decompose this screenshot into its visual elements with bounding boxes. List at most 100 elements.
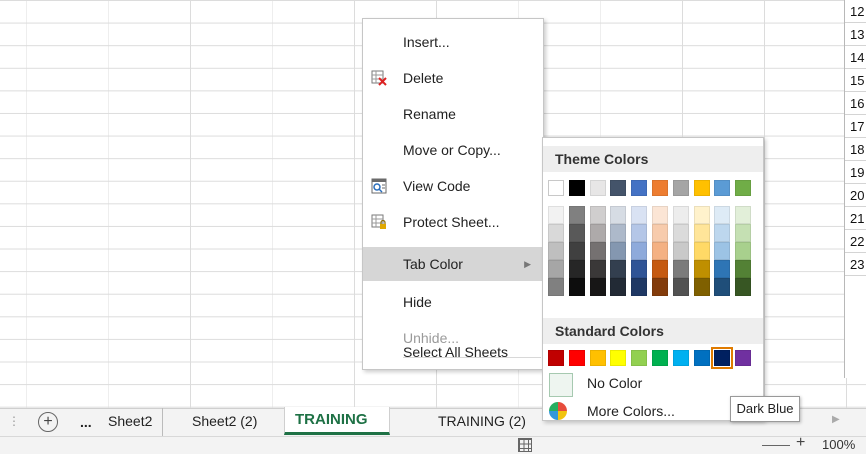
theme-shade-swatch[interactable] [714, 224, 731, 242]
menu-item-tab-color[interactable]: Tab Color ▶ [363, 247, 543, 281]
row-number[interactable]: 18 [845, 138, 866, 161]
theme-shade-swatch[interactable] [735, 224, 752, 242]
row-number[interactable]: 16 [845, 92, 866, 115]
theme-shade-swatch[interactable] [672, 242, 689, 260]
menu-item-view-code[interactable]: View Code [363, 169, 543, 203]
standard-color-swatch[interactable] [672, 350, 689, 366]
theme-shade-swatch[interactable] [693, 278, 710, 296]
row-number[interactable]: 23 [845, 253, 866, 276]
theme-shade-swatch[interactable] [631, 260, 648, 278]
theme-color-swatch[interactable] [589, 180, 606, 196]
theme-shade-swatch[interactable] [568, 278, 585, 296]
theme-shade-swatch[interactable] [548, 224, 564, 242]
menu-item-hide[interactable]: Hide [363, 285, 543, 319]
row-number[interactable]: 21 [845, 207, 866, 230]
theme-shade-swatch[interactable] [631, 206, 648, 224]
menu-item-protect-sheet[interactable]: Protect Sheet... [363, 205, 543, 239]
standard-color-swatch[interactable] [589, 350, 606, 366]
sheet-tab-training-2[interactable]: TRAINING (2) [428, 408, 536, 436]
theme-shade-swatch[interactable] [672, 260, 689, 278]
theme-shade-swatch[interactable] [652, 224, 668, 242]
theme-shade-swatch[interactable] [672, 278, 689, 296]
standard-color-swatch[interactable] [693, 350, 710, 366]
theme-shade-swatch[interactable] [589, 206, 606, 224]
theme-shade-swatch[interactable] [568, 260, 585, 278]
theme-shade-swatch[interactable] [714, 206, 731, 224]
theme-color-swatch[interactable] [652, 180, 668, 196]
theme-shade-swatch[interactable] [714, 242, 731, 260]
theme-shade-swatch[interactable] [631, 242, 648, 260]
sheet-tab-sheet2[interactable]: Sheet2 [98, 408, 164, 436]
zoom-level[interactable]: 100% [822, 437, 855, 452]
standard-color-swatch[interactable] [568, 350, 585, 366]
theme-shade-swatch[interactable] [589, 278, 606, 296]
row-number[interactable]: 15 [845, 69, 866, 92]
theme-shade-swatch[interactable] [548, 206, 564, 224]
theme-shade-swatch[interactable] [568, 224, 585, 242]
theme-shade-swatch[interactable] [589, 224, 606, 242]
menu-item-insert[interactable]: Insert... [363, 25, 543, 59]
zoom-slider[interactable] [762, 445, 790, 446]
standard-color-swatch[interactable] [652, 350, 668, 366]
theme-color-swatch[interactable] [714, 180, 731, 196]
row-number[interactable]: 20 [845, 184, 866, 207]
menu-item-select-all-sheets[interactable]: Select All Sheets [363, 335, 543, 369]
theme-shade-swatch[interactable] [631, 224, 648, 242]
row-number[interactable]: 12 [845, 0, 866, 23]
theme-shade-swatch[interactable] [693, 260, 710, 278]
theme-color-swatch[interactable] [693, 180, 710, 196]
standard-color-swatch[interactable] [711, 347, 734, 369]
row-number[interactable]: 17 [845, 115, 866, 138]
theme-shade-swatch[interactable] [568, 206, 585, 224]
row-number[interactable]: 13 [845, 23, 866, 46]
sheet-tab-sheet2-2[interactable]: Sheet2 (2) [182, 408, 267, 436]
theme-shade-swatch[interactable] [693, 224, 710, 242]
theme-shade-swatch[interactable] [589, 242, 606, 260]
add-sheet-button[interactable]: + [38, 412, 58, 432]
standard-color-swatch[interactable] [631, 350, 648, 366]
theme-shade-swatch[interactable] [548, 260, 564, 278]
theme-shade-swatch[interactable] [714, 278, 731, 296]
tab-scroll-right-icon[interactable]: ▶ [832, 414, 840, 425]
theme-shade-swatch[interactable] [693, 206, 710, 224]
standard-color-swatch[interactable] [735, 350, 752, 366]
theme-shade-swatch[interactable] [610, 242, 627, 260]
theme-shade-swatch[interactable] [735, 242, 752, 260]
more-tabs-button[interactable]: ... [80, 414, 92, 430]
theme-color-swatch[interactable] [548, 180, 564, 196]
theme-color-swatch[interactable] [672, 180, 689, 196]
theme-color-swatch[interactable] [610, 180, 627, 196]
sheet-tab-training-3[interactable]: TRAINING (3) [284, 407, 390, 454]
theme-shade-swatch[interactable] [735, 278, 752, 296]
theme-shade-swatch[interactable] [548, 278, 564, 296]
theme-shade-swatch[interactable] [714, 260, 731, 278]
theme-shade-swatch[interactable] [652, 278, 668, 296]
theme-shade-swatch[interactable] [735, 206, 752, 224]
menu-item-delete[interactable]: Delete [363, 61, 543, 95]
theme-shade-swatch[interactable] [610, 224, 627, 242]
theme-shade-swatch[interactable] [548, 242, 564, 260]
theme-color-swatch[interactable] [735, 180, 752, 196]
menu-item-rename[interactable]: Rename [363, 97, 543, 131]
row-number[interactable]: 14 [845, 46, 866, 69]
theme-shade-swatch[interactable] [631, 278, 648, 296]
theme-color-swatch[interactable] [631, 180, 648, 196]
row-number[interactable]: 22 [845, 230, 866, 253]
theme-shade-swatch[interactable] [672, 224, 689, 242]
menu-item-move-or-copy[interactable]: Move or Copy... [363, 133, 543, 167]
normal-view-icon[interactable] [518, 438, 532, 452]
theme-shade-swatch[interactable] [652, 260, 668, 278]
theme-shade-swatch[interactable] [610, 278, 627, 296]
theme-shade-swatch[interactable] [610, 260, 627, 278]
theme-shade-swatch[interactable] [652, 206, 668, 224]
theme-shade-swatch[interactable] [672, 206, 689, 224]
theme-shade-swatch[interactable] [610, 206, 627, 224]
row-number[interactable]: 19 [845, 161, 866, 184]
theme-shade-swatch[interactable] [568, 242, 585, 260]
theme-color-swatch[interactable] [568, 180, 585, 196]
theme-shade-swatch[interactable] [589, 260, 606, 278]
theme-shade-swatch[interactable] [652, 242, 668, 260]
theme-shade-swatch[interactable] [735, 260, 752, 278]
zoom-in-button[interactable]: + [796, 434, 805, 452]
standard-color-swatch[interactable] [610, 350, 627, 366]
